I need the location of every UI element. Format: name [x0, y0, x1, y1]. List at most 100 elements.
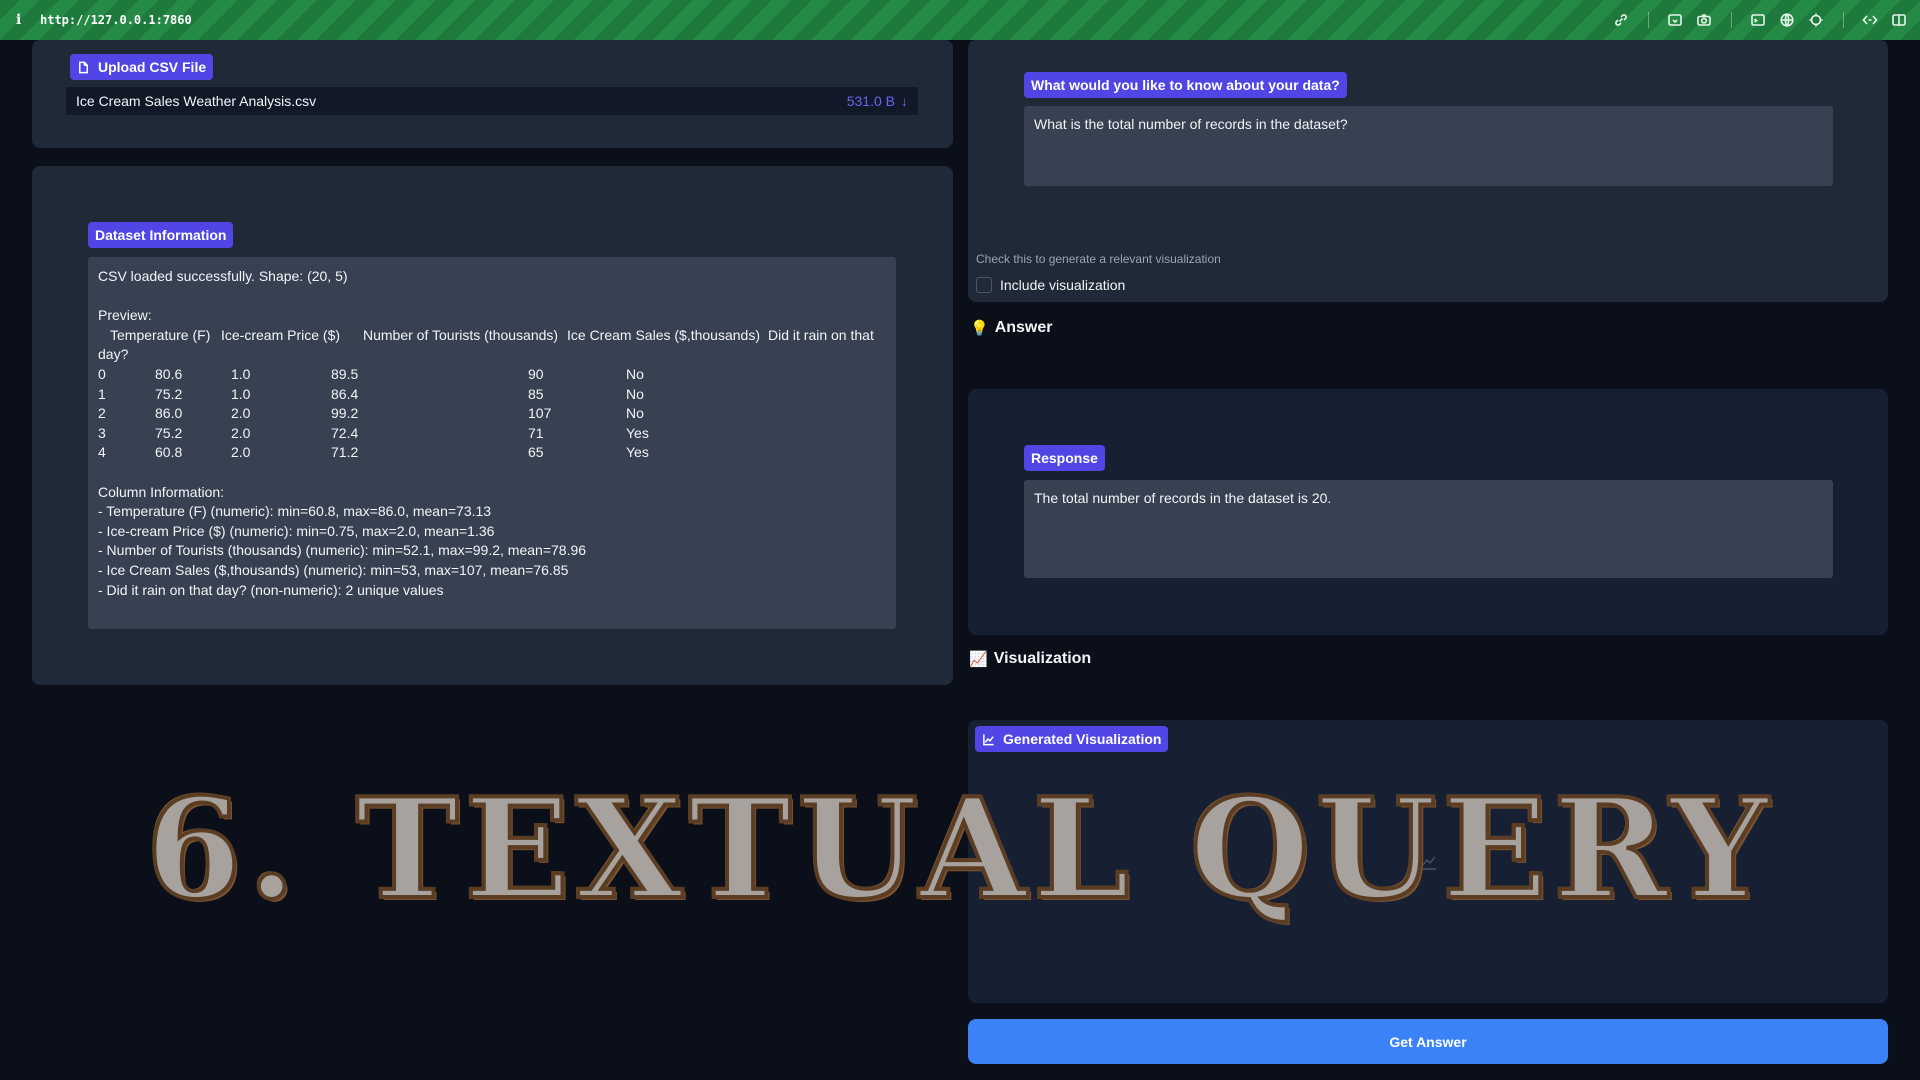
preview-cell: 80.6: [155, 365, 183, 382]
preview-row: 0 80.6 1.0 89.5 90 No: [98, 365, 886, 385]
preview-cell: No: [626, 405, 644, 422]
preview-cell: 85: [528, 385, 544, 402]
browser-toolbar: i http://127.0.0.1:7860: [0, 0, 1920, 40]
globe-icon[interactable]: [1776, 9, 1798, 31]
preview-cell: 2.0: [231, 424, 251, 441]
include-visualization-checkbox[interactable]: [976, 277, 992, 293]
preview-cell: No: [626, 365, 644, 382]
camera-icon[interactable]: [1693, 9, 1715, 31]
preview-cell: 2.0: [231, 444, 251, 461]
column-info-line: - Ice Cream Sales ($,thousands) (numeric…: [98, 561, 569, 578]
preview-col-tourists: Number of Tourists (thousands): [363, 326, 559, 343]
toolbar-divider: [1731, 12, 1732, 28]
preview-cell: No: [626, 385, 644, 402]
terminal-icon[interactable]: [1747, 9, 1769, 31]
visualization-hint: Check this to generate a relevant visual…: [976, 252, 1221, 266]
preview-cell: 2.0: [231, 405, 251, 422]
query-input[interactable]: What is the total number of records in t…: [1024, 106, 1833, 186]
preview-cell: 0: [98, 365, 106, 382]
preview-col-temp: Temperature (F): [110, 326, 211, 343]
column-info-line: - Temperature (F) (numeric): min=60.8, m…: [98, 503, 492, 520]
preview-header: Temperature (F) Ice-cream Price ($) Numb…: [98, 326, 886, 346]
toolbar-divider: [1648, 12, 1649, 28]
visualization-title: Visualization: [993, 650, 1092, 667]
uploaded-file-row[interactable]: Ice Cream Sales Weather Analysis.csv 531…: [66, 87, 918, 115]
sidebar-icon[interactable]: [1888, 9, 1910, 31]
generated-visualization-label: Generated Visualization: [975, 726, 1169, 752]
chart-icon: 📈: [969, 651, 988, 668]
preview-title: Preview:: [98, 307, 152, 324]
preview-cell: 2: [98, 405, 106, 422]
include-visualization-label[interactable]: Include visualization: [1000, 277, 1125, 293]
column-info-line: - Ice-cream Price ($) (numeric): min=0.7…: [98, 522, 495, 539]
chart-line-icon: [983, 733, 994, 745]
preview-cell: Yes: [626, 424, 649, 441]
preview-row: 2 86.0 2.0 99.2 107 No: [98, 404, 886, 424]
preview-cell: 75.2: [155, 385, 183, 402]
preview-cell: 86.4: [331, 385, 359, 402]
preview-header-wrap: day?: [98, 346, 129, 363]
load-status: CSV loaded successfully. Shape: (20, 5): [98, 268, 348, 284]
overlay-title: 6. TEXTUAL QUERY: [144, 767, 1775, 930]
file-icon: [79, 61, 88, 73]
preview-cell: 71: [528, 424, 544, 441]
column-info-line: - Did it rain on that day? (non-numeric)…: [98, 581, 444, 598]
preview-rows: 0 80.6 1.0 89.5 90 No 1 75.2 1.0 86.4 85 No 2 86.0 2.0…: [98, 365, 886, 463]
preview-cell: 1.0: [231, 385, 251, 402]
url-text[interactable]: http://127.0.0.1:7860: [40, 13, 192, 27]
preview-cell: 75.2: [155, 424, 183, 441]
preview-cell: 72.4: [331, 424, 359, 441]
crosshair-icon[interactable]: [1805, 9, 1827, 31]
get-answer-button[interactable]: Get Answer: [968, 1019, 1888, 1064]
preview-row: 3 75.2 2.0 72.4 71 Yes: [98, 424, 886, 444]
preview-cell: 1: [98, 385, 106, 402]
query-label-text: What would you like to know about your d…: [1031, 77, 1340, 93]
preview-cell: 90: [528, 365, 544, 382]
preview-row: 1 75.2 1.0 86.4 85 No: [98, 385, 886, 405]
preview-cell: 3: [98, 424, 106, 441]
preview-cell: 4: [98, 444, 106, 461]
upload-csv-label-text: Upload CSV File: [98, 59, 207, 75]
response-label-text: Response: [1031, 450, 1098, 466]
preview-col-sales: Ice Cream Sales ($,thousands): [567, 326, 760, 343]
preview-cell: 1.0: [231, 365, 251, 382]
preview-col-price: Ice-cream Price ($): [221, 326, 341, 343]
generated-visualization-label-text: Generated Visualization: [1003, 731, 1162, 747]
dataset-information-label: Dataset Information: [88, 222, 234, 248]
toolbar-tools: [1603, 0, 1910, 40]
lightbulb-icon: 💡: [970, 320, 989, 337]
column-info-title: Column Information:: [98, 483, 225, 500]
query-label: What would you like to know about your d…: [1024, 72, 1347, 98]
dataset-information-label-text: Dataset Information: [95, 227, 227, 243]
answer-title: Answer: [994, 319, 1053, 336]
response-output-value: The total number of records in the datas…: [1034, 490, 1332, 506]
preview-cell: 60.8: [155, 444, 183, 461]
upload-csv-label[interactable]: Upload CSV File: [70, 54, 214, 80]
info-icon[interactable]: i: [16, 12, 30, 28]
preview-row: 4 60.8 2.0 71.2 65 Yes: [98, 443, 886, 463]
preview-cell: 89.5: [331, 365, 359, 382]
visualization-heading: 📈 Visualization: [969, 650, 1091, 668]
preview-cell: 86.0: [155, 405, 183, 422]
file-name: Ice Cream Sales Weather Analysis.csv: [76, 93, 317, 109]
query-input-value: What is the total number of records in t…: [1034, 116, 1348, 132]
answer-heading: 💡 Answer: [970, 319, 1052, 337]
toolbar-divider: [1843, 12, 1844, 28]
link-icon[interactable]: [1610, 9, 1632, 31]
response-output[interactable]: The total number of records in the datas…: [1024, 480, 1833, 578]
screenshot-icon[interactable]: [1664, 9, 1686, 31]
response-label: Response: [1024, 445, 1105, 471]
preview-cell: 99.2: [331, 405, 359, 422]
preview-cell: Yes: [626, 444, 649, 461]
dataset-info-textbox[interactable]: CSV loaded successfully. Shape: (20, 5) …: [88, 257, 896, 629]
preview-col-rain: Did it rain on that: [768, 326, 874, 343]
preview-cell: 65: [528, 444, 544, 461]
preview-cell: 107: [528, 405, 552, 422]
file-size: 531.0 B: [846, 93, 895, 109]
preview-cell: 71.2: [331, 444, 359, 461]
extension-icon[interactable]: [1859, 9, 1881, 31]
column-info-line: - Number of Tourists (thousands) (numeri…: [98, 542, 587, 559]
download-icon[interactable]: ↓: [901, 93, 908, 109]
